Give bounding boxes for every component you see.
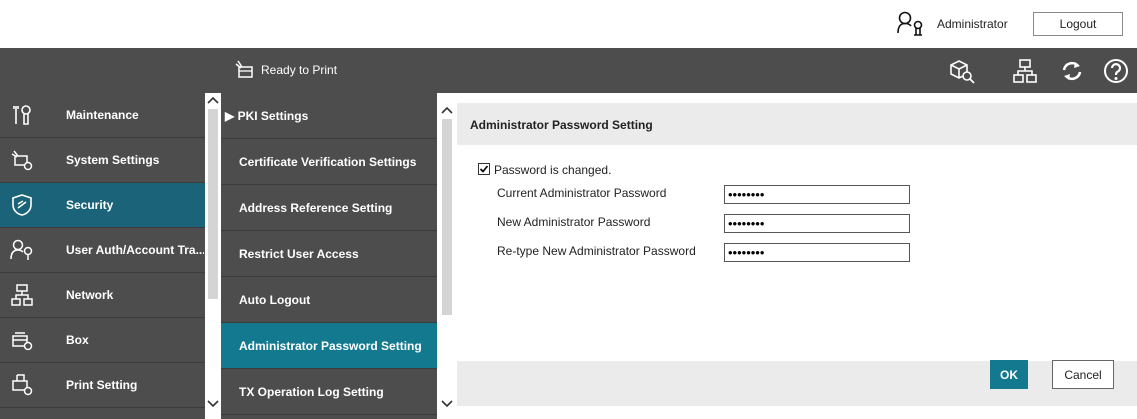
nav-label: Maintenance — [66, 108, 139, 122]
scroll-thumb[interactable] — [208, 109, 218, 299]
current-password-field[interactable] — [724, 185, 910, 204]
sub-nav-label: Certificate Verification Settings — [239, 155, 417, 169]
network-icon[interactable] — [1011, 57, 1039, 85]
sub-nav-label: ▶ PKI Settings — [225, 109, 309, 123]
left-nav: Maintenance System Settings Security Use… — [0, 93, 205, 419]
box-icon — [12, 332, 33, 351]
refresh-icon[interactable] — [1058, 57, 1086, 85]
nav-label: Network — [66, 288, 114, 302]
sub-item-auto-logout[interactable]: Auto Logout — [221, 277, 437, 323]
status-bar: Ready to Print — [0, 48, 1137, 93]
password-changed-label: Password is changed. — [494, 163, 612, 177]
search-device-icon[interactable] — [948, 57, 976, 85]
sub-item-pki-settings[interactable]: ▶ PKI Settings — [221, 93, 437, 139]
nav-label: Print Setting — [66, 378, 138, 392]
nav-item-maintenance[interactable]: Maintenance — [0, 93, 205, 138]
user-auth-icon — [10, 239, 33, 260]
status-text: Ready to Print — [261, 63, 338, 77]
nav-label: Box — [66, 333, 89, 347]
sub-item-tx-operation-log[interactable]: TX Operation Log Setting — [221, 369, 437, 415]
nav-label: System Settings — [66, 153, 160, 167]
chevron-down-icon[interactable] — [207, 399, 219, 409]
help-icon[interactable] — [1102, 57, 1130, 85]
user-name: Administrator — [937, 17, 1008, 31]
sub-nav-label: Restrict User Access — [239, 247, 359, 261]
user-bar: Administrator Logout — [0, 0, 1137, 48]
retype-password-label: Re-type New Administrator Password — [497, 244, 696, 258]
chevron-down-icon[interactable] — [441, 399, 453, 409]
new-password-label: New Administrator Password — [497, 215, 651, 229]
page: Administrator Logout Ready to Print Main… — [0, 0, 1137, 419]
check-icon — [479, 165, 489, 173]
sub-nav-label: Auto Logout — [239, 293, 311, 307]
page-title: Administrator Password Setting — [470, 118, 653, 132]
nav-item-network[interactable]: Network — [0, 273, 205, 318]
nav-item-system-settings[interactable]: System Settings — [0, 138, 205, 183]
system-settings-icon — [11, 150, 33, 171]
sub-item-restrict-user-access[interactable]: Restrict User Access — [221, 231, 437, 277]
nav-item-user-auth[interactable]: User Auth/Account Tra... — [0, 228, 205, 273]
cancel-button[interactable]: Cancel — [1052, 360, 1114, 389]
sub-item-address-reference[interactable]: Address Reference Setting — [221, 185, 437, 231]
new-password-field[interactable] — [724, 214, 910, 233]
nav-item-box[interactable]: Box — [0, 318, 205, 363]
nav-item-print-setting[interactable]: Print Setting — [0, 363, 205, 408]
sub-nav-label: Address Reference Setting — [239, 201, 393, 215]
shield-icon — [12, 194, 32, 216]
print-setting-icon — [12, 374, 33, 396]
retype-password-field[interactable] — [724, 243, 910, 262]
chevron-up-icon[interactable] — [207, 95, 219, 105]
password-changed-checkbox[interactable] — [478, 163, 490, 175]
nav-label: User Auth/Account Tra... — [66, 243, 204, 257]
logout-button[interactable]: Logout — [1033, 12, 1123, 36]
scroll-thumb[interactable] — [442, 119, 452, 315]
sub-nav-label: TX Operation Log Setting — [239, 385, 384, 399]
maintenance-icon — [13, 105, 31, 125]
nav-item-security[interactable]: Security — [0, 183, 205, 228]
nav-label: Security — [66, 198, 114, 212]
printer-status-icon — [235, 60, 253, 78]
user-admin-icon — [897, 11, 923, 36]
button-bar — [457, 361, 1137, 406]
left-nav-scrollbar[interactable] — [205, 93, 221, 419]
sub-nav-scrollbar[interactable] — [439, 93, 455, 419]
sub-nav-label: Administrator Password Setting — [239, 339, 422, 353]
network-icon — [11, 284, 33, 306]
sub-item-certificate-verification[interactable]: Certificate Verification Settings — [221, 139, 437, 185]
chevron-up-icon[interactable] — [441, 105, 453, 115]
main-header: Administrator Password Setting — [457, 103, 1137, 145]
main-content: Administrator Password Setting Password … — [457, 93, 1137, 419]
ok-button[interactable]: OK — [990, 360, 1028, 389]
current-password-label: Current Administrator Password — [497, 186, 667, 200]
sub-nav: ▶ PKI Settings Certificate Verification … — [221, 93, 437, 419]
sub-item-admin-password[interactable]: Administrator Password Setting — [221, 323, 437, 369]
